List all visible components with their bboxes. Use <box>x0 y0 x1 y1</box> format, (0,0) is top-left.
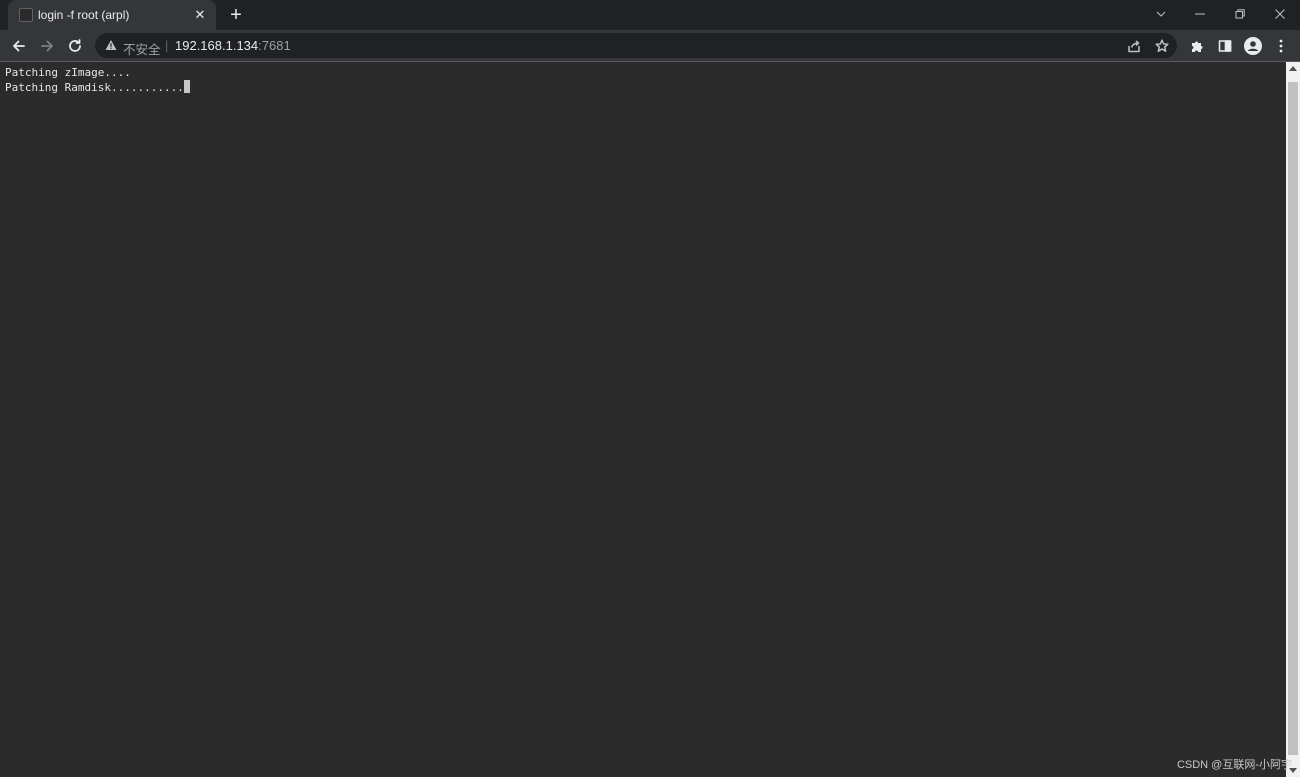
kebab-menu-icon[interactable] <box>1271 36 1291 56</box>
browser-toolbar: 不安全 | 192.168.1.134:7681 <box>0 30 1300 61</box>
arrow-left-icon <box>13 40 25 52</box>
security-separator: | <box>165 39 169 53</box>
url-text[interactable]: 192.168.1.134:7681 <box>175 38 291 53</box>
security-status-label[interactable]: 不安全 <box>123 39 161 58</box>
back-button[interactable] <box>7 34 31 58</box>
side-panel-icon[interactable] <box>1215 36 1235 56</box>
restore-icon[interactable] <box>1220 0 1260 28</box>
reload-button[interactable] <box>63 34 87 58</box>
arrow-right-icon <box>41 40 53 52</box>
address-bar[interactable]: 不安全 | 192.168.1.134:7681 <box>95 33 1177 58</box>
terminal-line: Patching zImage.... <box>5 66 131 79</box>
minimize-icon[interactable] <box>1180 0 1220 28</box>
url-host: 192.168.1.134 <box>175 38 259 53</box>
tab-title: login -f root (arpl) <box>38 8 130 22</box>
extensions-puzzle-icon[interactable] <box>1187 36 1207 56</box>
browser-window: login -f root (arpl) ✕ + 不安全 | 192.168.1… <box>0 0 1300 777</box>
profile-avatar-icon[interactable] <box>1243 36 1263 56</box>
reload-icon <box>69 39 81 52</box>
close-window-icon[interactable] <box>1260 0 1300 28</box>
terminal-output[interactable]: Patching zImage.... Patching Ramdisk....… <box>0 62 1286 777</box>
tab-search-chevron-icon[interactable] <box>1141 0 1181 28</box>
url-port: :7681 <box>258 38 291 53</box>
tab-strip: login -f root (arpl) ✕ + <box>0 0 1300 30</box>
bookmark-star-icon[interactable] <box>1153 37 1171 55</box>
tab-favicon-icon <box>19 8 33 22</box>
scroll-thumb[interactable] <box>1288 82 1298 755</box>
warning-triangle-icon[interactable] <box>105 39 117 51</box>
scroll-up-arrow-icon[interactable] <box>1289 66 1297 71</box>
forward-button[interactable] <box>35 34 59 58</box>
share-icon[interactable] <box>1125 37 1143 55</box>
terminal-line-active: Patching Ramdisk........... <box>5 80 1286 94</box>
tab-close-icon[interactable]: ✕ <box>192 7 208 23</box>
watermark: CSDN @互联网-小阿宇 <box>1176 759 1292 771</box>
vertical-scrollbar[interactable] <box>1286 62 1300 777</box>
terminal-cursor <box>183 80 190 93</box>
terminal-line-text: Patching Ramdisk........... <box>5 81 184 94</box>
tab-terminal[interactable]: login -f root (arpl) ✕ <box>8 0 216 30</box>
new-tab-button[interactable]: + <box>226 5 246 25</box>
